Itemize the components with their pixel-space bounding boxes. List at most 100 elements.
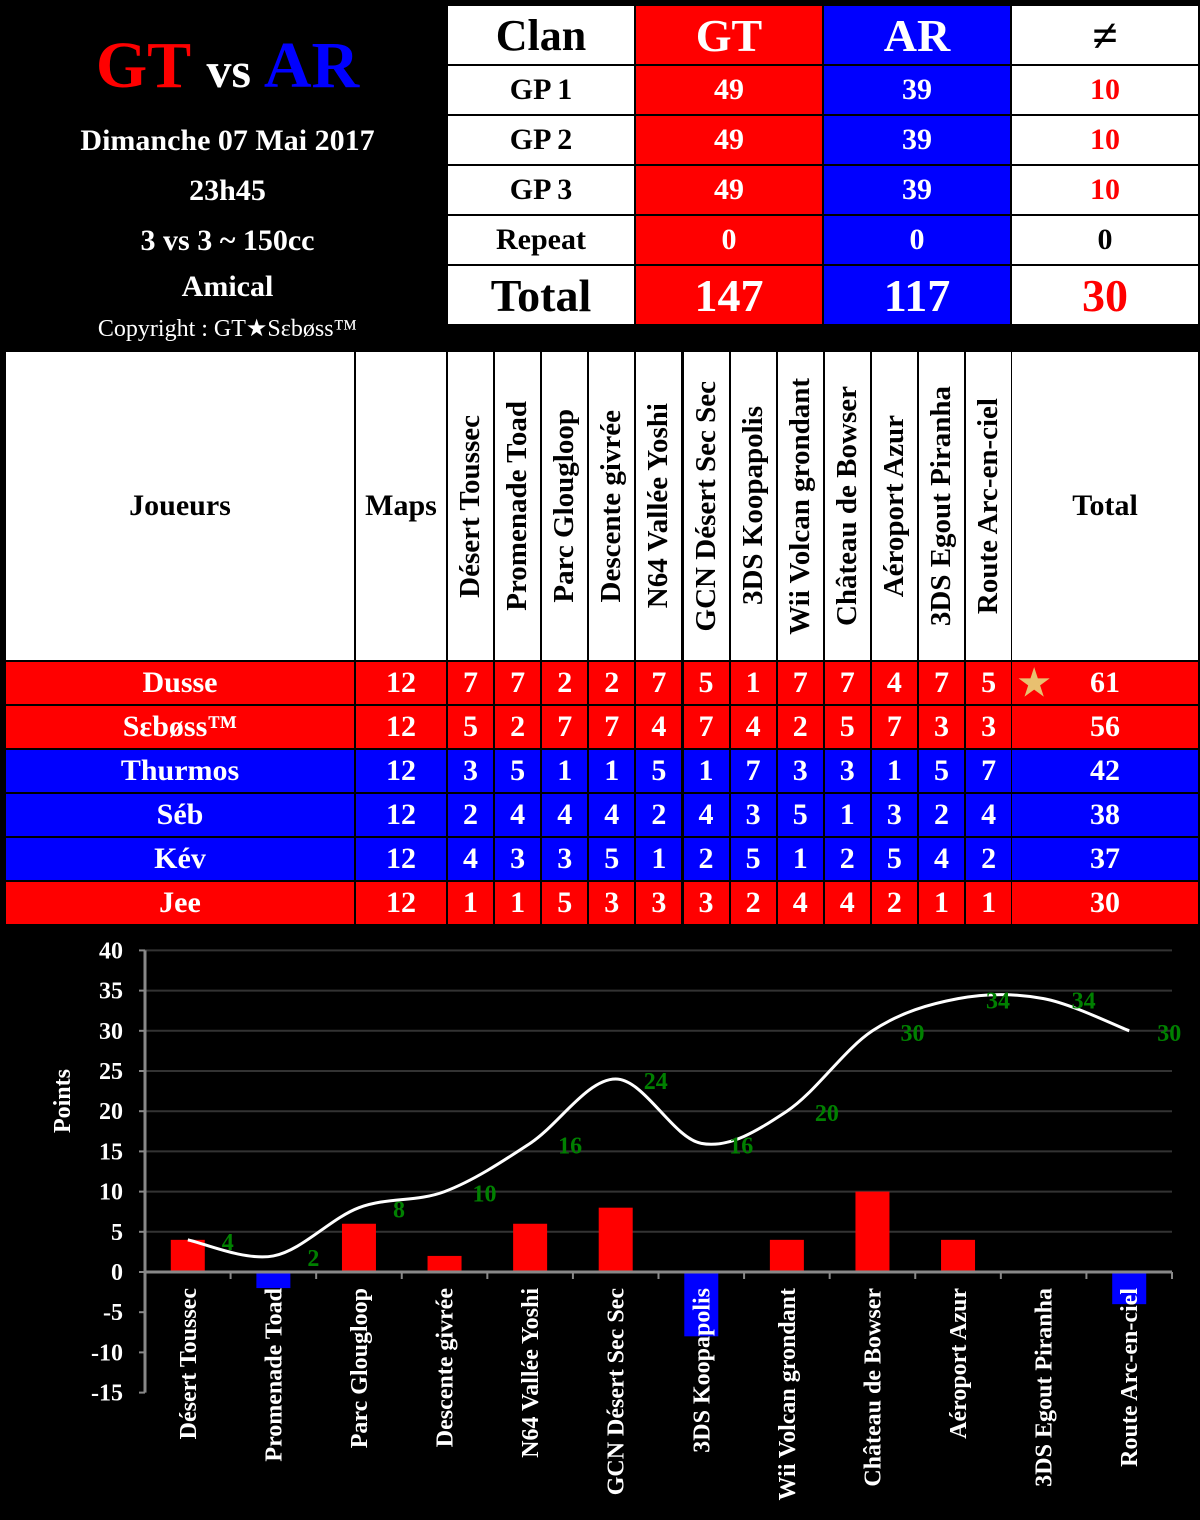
player-score-text: 4 — [934, 842, 949, 875]
player-score: 5 — [636, 750, 682, 792]
track-header-text: Route Arc-en-ciel — [972, 397, 1005, 615]
track-header-text: Descente givrée — [595, 409, 628, 603]
player-score: 5 — [448, 706, 493, 748]
player-score-text: 4 — [463, 842, 478, 875]
y-tick-label: 40 — [99, 938, 123, 964]
player-name: Sεbøss™ — [6, 706, 354, 748]
track-header: Désert Toussec — [448, 352, 493, 660]
score-cell: 0 — [1012, 216, 1198, 264]
team1-name: GT — [95, 29, 190, 102]
player-maps: 12 — [356, 662, 446, 704]
score-cell-text: 39 — [902, 173, 932, 206]
track-header-text: Promenade Toad — [501, 401, 534, 611]
player-score-text: 3 — [463, 754, 478, 787]
player-score: 5 — [871, 838, 917, 880]
x-tick-label: N64 Vallée Yoshi — [518, 1288, 544, 1458]
y-tick-label: 0 — [111, 1260, 123, 1286]
player-score: 3 — [824, 750, 870, 792]
score-header-text: ≠ — [1092, 9, 1118, 61]
player-name-text: Séb — [156, 798, 204, 831]
player-score: 3 — [683, 882, 729, 924]
score-header-text: Clan — [495, 10, 587, 60]
score-cell: 49 — [636, 166, 822, 214]
score-cell-text: 10 — [1090, 73, 1120, 106]
y-tick-label: 15 — [99, 1139, 123, 1165]
x-tick-label: Aéroport Azur — [946, 1288, 972, 1439]
player-score-text: 4 — [698, 798, 714, 831]
track-header-text: 3DS Egout Piranha — [925, 385, 957, 627]
player-score-text: 7 — [463, 666, 478, 699]
score-cell-text: 49 — [714, 123, 744, 156]
track-header: N64 Vallée Yoshi — [636, 352, 682, 660]
player-score: 5 — [919, 750, 964, 792]
player-score-text: 2 — [698, 842, 714, 875]
player-score: 3 — [542, 838, 588, 880]
player-score: 4 — [542, 794, 588, 836]
total-header-text: Total — [1072, 489, 1138, 522]
track-header: 3DS Egout Piranha — [919, 352, 964, 660]
track-header: Aéroport Azur — [871, 352, 917, 660]
player-maps-text: 12 — [386, 842, 416, 875]
player-score-text: 1 — [463, 886, 478, 919]
track-header: Wii Volcan grondant — [777, 352, 823, 660]
player-score-text: 2 — [604, 666, 620, 699]
score-header: Clan — [448, 6, 634, 64]
player-total-text: 30 — [1090, 886, 1120, 919]
player-score-text: 1 — [981, 886, 997, 919]
player-score-text: 1 — [745, 666, 761, 699]
player-score: 7 — [636, 662, 682, 704]
gp-label: Repeat — [448, 216, 634, 264]
player-name-text: Kév — [154, 842, 206, 875]
player-score: 4 — [824, 882, 870, 924]
player-name-text: Sεbøss™ — [122, 710, 238, 743]
score-header: AR — [824, 6, 1010, 64]
track-header: Route Arc-en-ciel — [966, 352, 1012, 660]
player-score: 2 — [824, 838, 870, 880]
player-score: 3 — [966, 706, 1012, 748]
player-score: 5 — [542, 882, 588, 924]
player-score: 2 — [542, 662, 588, 704]
data-label: 10 — [473, 1182, 497, 1208]
player-total-text: 37 — [1090, 842, 1120, 875]
player-score: 7 — [730, 750, 776, 792]
total-cell: Total — [448, 266, 634, 324]
y-tick-label: -15 — [91, 1381, 123, 1407]
players-header-text: Joueurs — [129, 489, 231, 522]
player-score: 2 — [919, 794, 964, 836]
player-score-text: 3 — [745, 798, 761, 831]
player-score-text: 4 — [510, 798, 526, 831]
player-score: 2 — [495, 706, 541, 748]
x-tick-label: 3DS Koopapolis — [689, 1288, 715, 1453]
player-name: Kév — [6, 838, 354, 880]
match-date: Dimanche 07 Mai 2017 — [80, 124, 375, 157]
player-score-text: 5 — [792, 798, 808, 831]
score-cell: 0 — [824, 216, 1010, 264]
player-score: 2 — [589, 662, 635, 704]
player-name: Jee — [6, 882, 354, 924]
gp-label-text: GP 1 — [509, 73, 573, 106]
score-cell: 0 — [636, 216, 822, 264]
total-cell-text: 30 — [1082, 269, 1128, 321]
player-score: 4 — [636, 706, 682, 748]
player-score: 1 — [683, 750, 729, 792]
player-score-text: 2 — [557, 666, 573, 699]
player-score-text: 2 — [651, 798, 667, 831]
score-header: GT — [636, 6, 822, 64]
player-score: 5 — [824, 706, 870, 748]
player-score: 2 — [448, 794, 493, 836]
score-cell: 10 — [1012, 116, 1198, 164]
player-score: 5 — [966, 662, 1012, 704]
player-score-text: 1 — [698, 754, 714, 787]
total-cell: 30 — [1012, 266, 1198, 324]
track-header-text: N64 Vallée Yoshi — [642, 403, 675, 609]
player-score: 1 — [495, 882, 541, 924]
cumulative-line — [187, 993, 1130, 1259]
data-label: 34 — [986, 989, 1010, 1015]
player-score-text: 5 — [745, 842, 761, 875]
player-total: 56 — [1012, 706, 1198, 748]
player-score-text: 5 — [463, 710, 478, 743]
player-score-text: 7 — [981, 754, 997, 787]
score-cell-text: 10 — [1090, 123, 1120, 156]
player-score: 4 — [871, 662, 917, 704]
player-score-text: 4 — [839, 886, 855, 919]
